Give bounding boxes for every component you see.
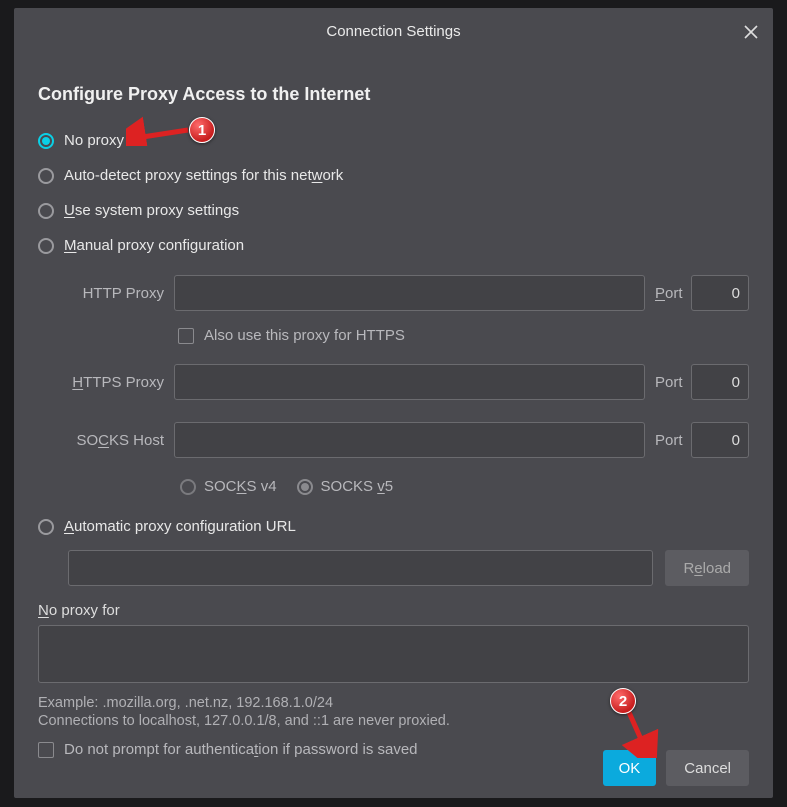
- annotation-badge-2: 2: [610, 688, 636, 714]
- radio-row-manual[interactable]: Manual proxy configuration: [38, 228, 749, 263]
- no-proxy-for-label: No proxy for: [38, 592, 749, 625]
- auth-checkbox-label: Do not prompt for authentication if pass…: [64, 741, 418, 758]
- https-proxy-line: HTTPS Proxy Port: [68, 364, 749, 400]
- reload-button[interactable]: Reload: [665, 550, 749, 586]
- radio-use-system[interactable]: [38, 203, 54, 219]
- socks-v4-option[interactable]: SOCKS v4: [180, 478, 277, 495]
- radio-auto-detect-label: Auto-detect proxy settings for this netw…: [64, 167, 343, 184]
- cancel-button[interactable]: Cancel: [666, 750, 749, 786]
- socks-v5-option[interactable]: SOCKS v5: [297, 478, 394, 495]
- https-port-label: Port: [651, 374, 685, 391]
- radio-auto-detect[interactable]: [38, 168, 54, 184]
- dialog-title: Connection Settings: [326, 23, 460, 40]
- auto-url-row: Reload: [68, 550, 749, 586]
- radio-row-use-system[interactable]: Use system proxy settings: [38, 193, 749, 228]
- radio-no-proxy[interactable]: [38, 133, 54, 149]
- socks-port-label: Port: [651, 432, 685, 449]
- also-https-checkbox[interactable]: [178, 328, 194, 344]
- radio-row-auto-url[interactable]: Automatic proxy configuration URL: [38, 509, 749, 544]
- socks-version-row: SOCKS v4 SOCKS v5: [180, 470, 749, 499]
- also-https-label: Also use this proxy for HTTPS: [204, 327, 405, 344]
- dialog-titlebar: Connection Settings: [14, 8, 773, 56]
- annotation-arrow-1: [126, 116, 196, 146]
- radio-socks-v5[interactable]: [297, 479, 313, 495]
- also-https-row[interactable]: Also use this proxy for HTTPS: [178, 323, 749, 352]
- radio-auto-url-label: Automatic proxy configuration URL: [64, 518, 296, 535]
- radio-socks-v4[interactable]: [180, 479, 196, 495]
- close-button[interactable]: [737, 18, 765, 46]
- http-proxy-line: HTTP Proxy Port: [68, 275, 749, 311]
- socks-v5-label: SOCKS v5: [321, 478, 394, 495]
- radio-manual-label: Manual proxy configuration: [64, 237, 244, 254]
- https-port-input[interactable]: [691, 364, 749, 400]
- http-port-input[interactable]: [691, 275, 749, 311]
- https-proxy-label: HTTPS Proxy: [68, 374, 168, 391]
- connection-settings-dialog: Connection Settings Configure Proxy Acce…: [14, 8, 773, 798]
- radio-use-system-label: Use system proxy settings: [64, 202, 239, 219]
- radio-no-proxy-label: No proxy: [64, 132, 124, 149]
- auth-checkbox[interactable]: [38, 742, 54, 758]
- socks-host-line: SOCKS Host Port: [68, 422, 749, 458]
- https-proxy-input[interactable]: [174, 364, 645, 400]
- socks-host-input[interactable]: [174, 422, 645, 458]
- radio-auto-url[interactable]: [38, 519, 54, 535]
- http-proxy-input[interactable]: [174, 275, 645, 311]
- radio-manual[interactable]: [38, 238, 54, 254]
- auto-url-input[interactable]: [68, 550, 653, 586]
- http-port-label: Port: [651, 285, 685, 302]
- socks-host-label: SOCKS Host: [68, 432, 168, 449]
- no-proxy-for-input[interactable]: [38, 625, 749, 683]
- radio-row-auto-detect[interactable]: Auto-detect proxy settings for this netw…: [38, 158, 749, 193]
- section-heading: Configure Proxy Access to the Internet: [38, 84, 749, 105]
- close-icon: [743, 24, 759, 40]
- http-proxy-label: HTTP Proxy: [68, 285, 168, 302]
- annotation-badge-1: 1: [189, 117, 215, 143]
- socks-port-input[interactable]: [691, 422, 749, 458]
- socks-v4-label: SOCKS v4: [204, 478, 277, 495]
- manual-proxy-block: HTTP Proxy Port Also use this proxy for …: [68, 275, 749, 499]
